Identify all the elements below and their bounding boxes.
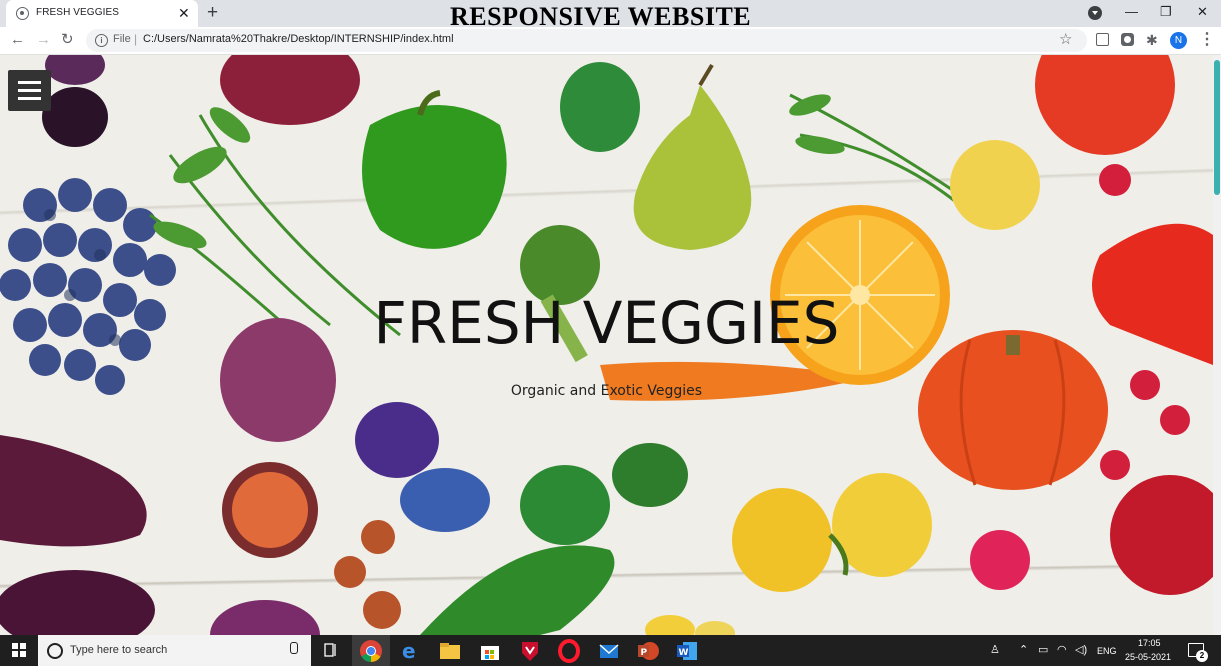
menu-bar-line (18, 89, 41, 92)
windows-start-icon[interactable] (12, 643, 26, 657)
url-scheme-label: File (113, 33, 131, 45)
cortana-icon (47, 643, 63, 659)
tab-search-icon[interactable] (1088, 6, 1102, 20)
people-icon[interactable]: ♙ (990, 644, 1000, 656)
windows-taskbar: Type here to search e P W ♙ ⌃ ▭ ◠ ◁) ENG… (0, 635, 1221, 666)
notification-count-badge: 2 (1196, 650, 1208, 662)
opera-icon[interactable] (557, 639, 581, 663)
powerpoint-icon[interactable]: P (636, 639, 660, 663)
browser-tab-strip: FRESH VEGGIES ✕ + RESPONSIVE WEBSITE — ❐… (0, 0, 1221, 31)
mail-icon[interactable] (597, 639, 621, 663)
clock-date[interactable]: 25-05-2021 (1125, 652, 1171, 662)
browser-tab[interactable]: FRESH VEGGIES ✕ (6, 0, 198, 27)
word-icon[interactable]: W (675, 639, 699, 663)
store-icon[interactable] (478, 639, 502, 663)
extensions-puzzle-icon[interactable]: ✱ (1146, 30, 1158, 50)
mcafee-icon[interactable] (518, 639, 542, 663)
extension-icon[interactable] (1121, 33, 1134, 46)
svg-text:P: P (641, 648, 648, 658)
tab-title: FRESH VEGGIES (36, 7, 119, 18)
hero-section: FRESH VEGGIES Organic and Exotic Veggies (0, 55, 1213, 635)
svg-text:W: W (679, 648, 689, 658)
menu-bar-line (18, 97, 41, 100)
url-separator: | (134, 32, 138, 46)
taskbar-search-placeholder: Type here to search (70, 644, 168, 656)
back-button[interactable]: ← (10, 30, 25, 50)
file-explorer-icon[interactable] (438, 639, 462, 663)
url-text[interactable]: C:/Users/Namrata%20Thakre/Desktop/INTERN… (143, 33, 454, 45)
hero-subtitle: Organic and Exotic Veggies (510, 383, 703, 399)
hero-title: FRESH VEGGIES (373, 289, 840, 357)
taskbar-search-box[interactable]: Type here to search (38, 635, 311, 666)
restore-button[interactable]: ❐ (1160, 3, 1172, 21)
reader-extension-icon[interactable] (1096, 33, 1109, 46)
battery-icon[interactable]: ▭ (1038, 644, 1048, 656)
menu-bar-line (18, 81, 41, 84)
forward-button[interactable]: → (36, 30, 51, 50)
bookmark-star-icon[interactable]: ☆ (1059, 30, 1072, 48)
volume-icon[interactable]: ◁) (1075, 644, 1087, 656)
address-bar[interactable]: i File | C:/Users/Namrata%20Thakre/Deskt… (86, 29, 1087, 52)
clock-time[interactable]: 17:05 (1138, 638, 1161, 648)
wifi-icon[interactable]: ◠ (1057, 644, 1067, 656)
globe-icon (16, 7, 29, 20)
browser-menu-icon[interactable]: ⋮ (1199, 30, 1215, 50)
show-hidden-icons-chevron[interactable]: ⌃ (1019, 644, 1028, 656)
edge-icon[interactable]: e (399, 639, 423, 663)
chrome-icon[interactable] (359, 639, 383, 663)
close-tab-icon[interactable]: ✕ (178, 4, 190, 22)
microphone-icon[interactable] (290, 642, 298, 654)
new-tab-button[interactable]: + (207, 2, 218, 24)
info-icon[interactable]: i (95, 34, 108, 47)
scrollbar-thumb[interactable] (1214, 60, 1220, 195)
browser-toolbar: ← → ↻ i File | C:/Users/Namrata%20Thakre… (0, 27, 1221, 55)
reload-button[interactable]: ↻ (61, 30, 74, 50)
close-window-button[interactable]: ✕ (1197, 3, 1208, 21)
language-indicator[interactable]: ENG (1097, 646, 1117, 656)
minimize-button[interactable]: — (1125, 3, 1138, 21)
profile-avatar[interactable]: N (1170, 32, 1187, 49)
svg-text:e: e (402, 639, 416, 663)
hamburger-menu-button[interactable] (8, 70, 51, 111)
